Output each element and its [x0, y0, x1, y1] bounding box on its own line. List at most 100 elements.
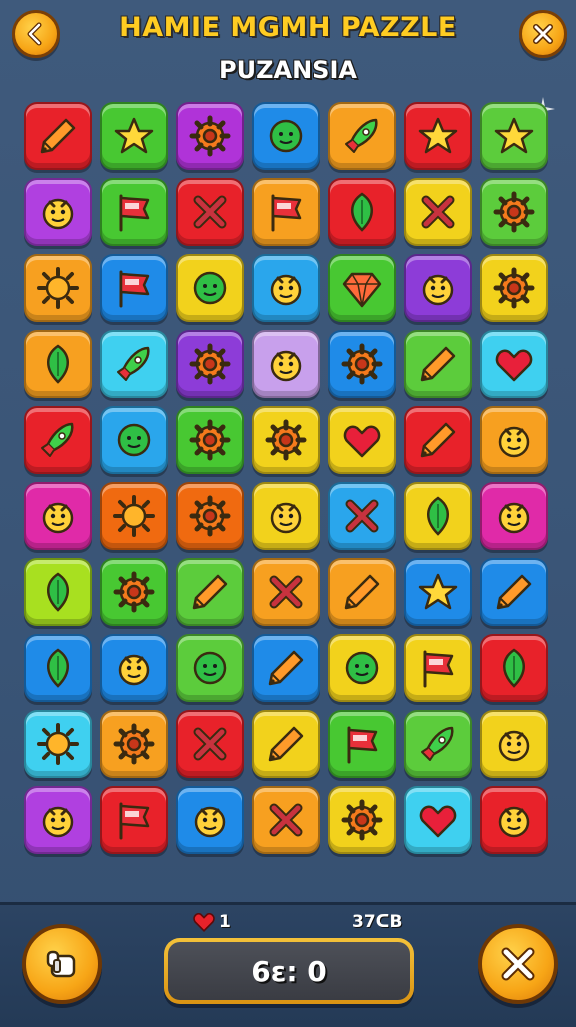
- game-tile[interactable]: [328, 102, 396, 170]
- game-tile[interactable]: [252, 634, 320, 702]
- game-tile[interactable]: [328, 482, 396, 550]
- game-tile[interactable]: [252, 558, 320, 626]
- game-tile[interactable]: [480, 102, 548, 170]
- gem-icon: [342, 272, 382, 308]
- game-tile[interactable]: [24, 482, 92, 550]
- game-tile[interactable]: [100, 558, 168, 626]
- game-tile[interactable]: [24, 178, 92, 246]
- shuffle-button[interactable]: [478, 924, 558, 1004]
- game-tile[interactable]: [252, 178, 320, 246]
- rocket-icon: [41, 422, 74, 457]
- flag-icon: [347, 726, 378, 764]
- game-tile[interactable]: [252, 406, 320, 474]
- star-icon: [418, 117, 458, 154]
- game-tile[interactable]: [100, 634, 168, 702]
- chevron-left-icon: [27, 22, 42, 46]
- game-tile[interactable]: [100, 710, 168, 778]
- game-tile[interactable]: [328, 710, 396, 778]
- game-tile[interactable]: [480, 786, 548, 854]
- cross-icon: [269, 575, 303, 609]
- game-tile[interactable]: [480, 254, 548, 322]
- game-tile[interactable]: [404, 710, 472, 778]
- game-tile[interactable]: [24, 634, 92, 702]
- leaf-icon: [503, 648, 525, 688]
- game-tile[interactable]: [24, 558, 92, 626]
- back-button[interactable]: [12, 10, 60, 58]
- game-tile[interactable]: [100, 102, 168, 170]
- game-tile[interactable]: [252, 254, 320, 322]
- game-tile[interactable]: [252, 102, 320, 170]
- sun-icon: [113, 495, 155, 537]
- game-tile[interactable]: [176, 710, 244, 778]
- game-tile[interactable]: [404, 254, 472, 322]
- game-tile[interactable]: [480, 178, 548, 246]
- rocket-icon: [345, 118, 378, 153]
- game-tile[interactable]: [252, 710, 320, 778]
- game-tile[interactable]: [176, 330, 244, 398]
- sun-icon: [37, 723, 79, 765]
- game-tile[interactable]: [480, 482, 548, 550]
- game-tile[interactable]: [328, 558, 396, 626]
- game-tile[interactable]: [404, 482, 472, 550]
- game-tile[interactable]: [328, 254, 396, 322]
- game-tile[interactable]: [252, 482, 320, 550]
- game-tile[interactable]: [100, 786, 168, 854]
- game-tile[interactable]: [100, 178, 168, 246]
- hand-icon: [46, 950, 76, 978]
- game-tile[interactable]: [328, 786, 396, 854]
- game-tile[interactable]: [328, 634, 396, 702]
- game-tile[interactable]: [328, 330, 396, 398]
- crayon-icon: [344, 574, 380, 610]
- game-tile[interactable]: [480, 330, 548, 398]
- heart-icon: [419, 805, 457, 838]
- leaf-icon: [351, 192, 373, 232]
- game-tile[interactable]: [100, 406, 168, 474]
- rocket-icon: [421, 726, 454, 761]
- game-tile[interactable]: [480, 406, 548, 474]
- game-tile[interactable]: [404, 406, 472, 474]
- game-tile[interactable]: [404, 330, 472, 398]
- creature-icon: [270, 274, 302, 306]
- game-tile[interactable]: [328, 406, 396, 474]
- gear-icon: [189, 495, 231, 537]
- game-tile[interactable]: [24, 102, 92, 170]
- game-tile[interactable]: [480, 710, 548, 778]
- game-tile[interactable]: [100, 330, 168, 398]
- timer-panel: 6ɛ: 0: [164, 938, 414, 1004]
- game-tile[interactable]: [404, 178, 472, 246]
- hint-button[interactable]: [22, 924, 102, 1004]
- game-tile[interactable]: [176, 634, 244, 702]
- game-tile[interactable]: [100, 254, 168, 322]
- game-tile[interactable]: [252, 330, 320, 398]
- game-tile[interactable]: [404, 102, 472, 170]
- game-tile[interactable]: [176, 102, 244, 170]
- game-tile[interactable]: [24, 710, 92, 778]
- game-tile[interactable]: [176, 786, 244, 854]
- game-tile[interactable]: [176, 482, 244, 550]
- game-tile[interactable]: [176, 406, 244, 474]
- game-tile[interactable]: [404, 786, 472, 854]
- close-icon: [533, 24, 553, 44]
- cross-icon: [269, 803, 303, 837]
- creature-icon: [498, 806, 530, 838]
- game-tile[interactable]: [404, 558, 472, 626]
- game-tile[interactable]: [252, 786, 320, 854]
- creature-icon: [498, 502, 530, 534]
- cross-icon: [193, 195, 227, 229]
- game-tile[interactable]: [176, 178, 244, 246]
- game-tile[interactable]: [24, 406, 92, 474]
- game-tile[interactable]: [480, 558, 548, 626]
- game-tile[interactable]: [24, 254, 92, 322]
- game-tile[interactable]: [24, 786, 92, 854]
- score-value: 37ᑕB: [352, 912, 403, 932]
- game-tile[interactable]: [328, 178, 396, 246]
- crayon-icon: [420, 422, 456, 458]
- game-tile[interactable]: [480, 634, 548, 702]
- game-tile[interactable]: [24, 330, 92, 398]
- game-tile[interactable]: [404, 634, 472, 702]
- game-tile[interactable]: [100, 482, 168, 550]
- game-tile[interactable]: [176, 254, 244, 322]
- close-button[interactable]: [519, 10, 567, 58]
- game-tile[interactable]: [176, 558, 244, 626]
- rocket-icon: [117, 346, 150, 381]
